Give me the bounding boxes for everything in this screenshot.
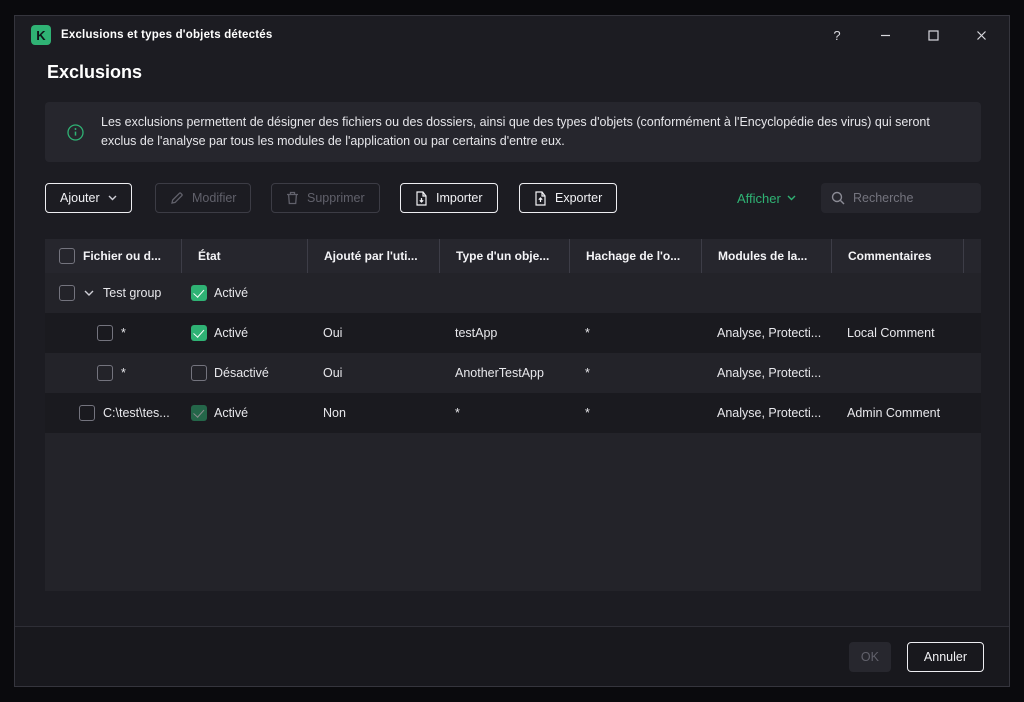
modules-cell: Analyse, Protecti... bbox=[701, 313, 831, 353]
added-by-cell: Oui bbox=[307, 353, 439, 393]
row-select-checkbox[interactable] bbox=[97, 365, 113, 381]
kaspersky-logo-icon: K bbox=[31, 25, 51, 45]
pencil-icon bbox=[170, 191, 184, 205]
page-title: Exclusions bbox=[47, 62, 142, 83]
table-header: Fichier ou d... État Ajouté par l'uti...… bbox=[45, 239, 981, 273]
maximize-button[interactable] bbox=[917, 21, 949, 49]
file-cell: * bbox=[121, 326, 126, 340]
file-cell: C:\test\tes... bbox=[103, 406, 170, 420]
added-by-cell: Oui bbox=[307, 313, 439, 353]
add-button-label: Ajouter bbox=[60, 191, 100, 205]
window-controls: ? bbox=[805, 21, 997, 49]
column-header-hash[interactable]: Hachage de l'o... bbox=[569, 239, 701, 273]
titlebar: K Exclusions et types d'objets détectés … bbox=[15, 16, 1009, 54]
show-dropdown-label: Afficher bbox=[737, 191, 781, 206]
delete-button-label: Supprimer bbox=[307, 191, 365, 205]
search-input[interactable] bbox=[853, 191, 971, 205]
maximize-icon bbox=[928, 30, 939, 41]
window-title: Exclusions et types d'objets détectés bbox=[61, 29, 272, 41]
state-label: Désactivé bbox=[214, 366, 269, 380]
column-header-object-type[interactable]: Type d'un obje... bbox=[439, 239, 569, 273]
search-icon bbox=[831, 191, 845, 205]
exclusions-table: Fichier ou d... État Ajouté par l'uti...… bbox=[45, 239, 981, 591]
column-header-state[interactable]: État bbox=[181, 239, 307, 273]
export-button-label: Exporter bbox=[555, 191, 602, 205]
table-row[interactable]: * Désactivé Oui AnotherTestApp * Analyse… bbox=[45, 353, 981, 393]
help-button[interactable]: ? bbox=[821, 21, 853, 49]
app-window: K Exclusions et types d'objets détectés … bbox=[14, 15, 1010, 687]
ok-button[interactable]: OK bbox=[849, 642, 891, 672]
chevron-down-icon bbox=[108, 195, 117, 201]
state-checkbox[interactable] bbox=[191, 325, 207, 341]
added-by-cell: Non bbox=[307, 393, 439, 433]
show-dropdown[interactable]: Afficher bbox=[737, 183, 796, 213]
export-icon bbox=[534, 191, 547, 206]
object-type-cell: AnotherTestApp bbox=[439, 353, 569, 393]
hash-cell: * bbox=[569, 313, 701, 353]
delete-button[interactable]: Supprimer bbox=[271, 183, 380, 213]
info-icon bbox=[67, 124, 84, 141]
dialog-footer: OK Annuler bbox=[15, 626, 1009, 686]
state-label: Activé bbox=[214, 286, 248, 300]
table-row-group[interactable]: Test group Activé bbox=[45, 273, 981, 313]
comment-cell bbox=[831, 353, 963, 393]
state-label: Activé bbox=[214, 326, 248, 340]
minimize-icon bbox=[880, 30, 891, 41]
file-cell: * bbox=[121, 366, 126, 380]
column-label: Ajouté par l'uti... bbox=[324, 249, 418, 263]
column-header-modules[interactable]: Modules de la... bbox=[701, 239, 831, 273]
search-box bbox=[821, 183, 981, 213]
close-icon bbox=[976, 30, 987, 41]
column-label: Commentaires bbox=[848, 249, 931, 263]
state-label: Activé bbox=[214, 406, 248, 420]
table-row[interactable]: C:\test\tes... Activé Non * * Analyse, P… bbox=[45, 393, 981, 433]
info-banner: Les exclusions permettent de désigner de… bbox=[45, 102, 981, 162]
column-header-file[interactable]: Fichier ou d... bbox=[45, 239, 181, 273]
row-select-checkbox[interactable] bbox=[97, 325, 113, 341]
comment-cell: Local Comment bbox=[831, 313, 963, 353]
import-icon bbox=[415, 191, 428, 206]
comment-cell: Admin Comment bbox=[831, 393, 963, 433]
hash-cell: * bbox=[569, 353, 701, 393]
close-button[interactable] bbox=[965, 21, 997, 49]
row-select-checkbox[interactable] bbox=[59, 285, 75, 301]
state-checkbox bbox=[191, 405, 207, 421]
state-checkbox[interactable] bbox=[191, 365, 207, 381]
column-header-gutter bbox=[963, 239, 981, 273]
cancel-button[interactable]: Annuler bbox=[907, 642, 984, 672]
row-select-checkbox[interactable] bbox=[79, 405, 95, 421]
column-label: État bbox=[198, 249, 221, 263]
group-name: Test group bbox=[103, 286, 161, 300]
column-label: Fichier ou d... bbox=[83, 249, 161, 263]
modules-cell: Analyse, Protecti... bbox=[701, 353, 831, 393]
table-row[interactable]: * Activé Oui testApp * Analyse, Protecti… bbox=[45, 313, 981, 353]
export-button[interactable]: Exporter bbox=[519, 183, 617, 213]
chevron-down-icon[interactable] bbox=[84, 290, 94, 296]
chevron-down-icon bbox=[787, 195, 796, 201]
object-type-cell: * bbox=[439, 393, 569, 433]
column-header-comments[interactable]: Commentaires bbox=[831, 239, 963, 273]
column-label: Type d'un obje... bbox=[456, 249, 549, 263]
edit-button-label: Modifier bbox=[192, 191, 236, 205]
edit-button[interactable]: Modifier bbox=[155, 183, 251, 213]
minimize-button[interactable] bbox=[869, 21, 901, 49]
object-type-cell: testApp bbox=[439, 313, 569, 353]
info-text: Les exclusions permettent de désigner de… bbox=[101, 113, 959, 151]
column-label: Modules de la... bbox=[718, 249, 807, 263]
import-button[interactable]: Importer bbox=[400, 183, 498, 213]
column-header-added-by[interactable]: Ajouté par l'uti... bbox=[307, 239, 439, 273]
add-button[interactable]: Ajouter bbox=[45, 183, 132, 213]
import-button-label: Importer bbox=[436, 191, 483, 205]
state-checkbox[interactable] bbox=[191, 285, 207, 301]
modules-cell: Analyse, Protecti... bbox=[701, 393, 831, 433]
trash-icon bbox=[286, 191, 299, 205]
column-label: Hachage de l'o... bbox=[586, 249, 680, 263]
select-all-checkbox[interactable] bbox=[59, 248, 75, 264]
hash-cell: * bbox=[569, 393, 701, 433]
